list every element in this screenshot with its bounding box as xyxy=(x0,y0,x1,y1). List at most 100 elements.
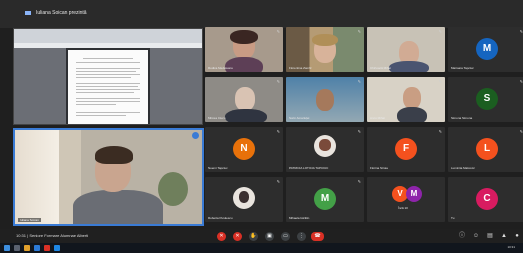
meeting-time: 10:31 xyxy=(16,233,27,238)
plant xyxy=(158,172,188,206)
more-icon: ⋮ xyxy=(299,233,304,239)
taskbar-clock: 10:31 xyxy=(507,245,515,249)
mic-icon: ✎ xyxy=(438,79,442,84)
participant-name: Ancu Mihai xyxy=(370,116,385,120)
document-background-right xyxy=(150,48,202,124)
leave-call-button[interactable]: ☎ xyxy=(311,232,324,241)
mic-off-icon: ✎ xyxy=(357,129,361,134)
participant-tile[interactable]: ✎ Mircea Ciucu xyxy=(205,77,283,122)
mic-off-icon: ✎ xyxy=(276,129,280,134)
participant-avatar: L xyxy=(476,138,498,160)
mic-off-icon: ✎ xyxy=(519,29,523,34)
presenter-name: Iuliana Soican xyxy=(18,218,41,222)
phone-hangup-icon: ☎ xyxy=(314,233,321,239)
more-participants-label: Încă 10 xyxy=(398,206,408,210)
app-icon[interactable] xyxy=(44,245,50,251)
present-button[interactable]: ▣ xyxy=(265,232,274,241)
document-background-left xyxy=(14,48,66,124)
participant-name: Mihaela Istrătin xyxy=(289,216,310,220)
participant-name: Chirtoacă Mihai xyxy=(370,66,391,70)
mic-icon: ✎ xyxy=(438,29,442,34)
participant-name: Florentina Zamfir xyxy=(289,66,312,70)
window-background xyxy=(15,130,65,224)
control-bar: 10:31 | Seniore Formare Alumnae Alberti … xyxy=(0,229,523,243)
shared-screen[interactable] xyxy=(13,28,203,125)
participant-tile[interactable]: ✎ PATRICIA LOTICIA TAPCIUC xyxy=(286,127,364,172)
participant-tile[interactable]: ✎ Ancu Mihai xyxy=(367,77,445,122)
more-options-button[interactable]: ⋮ xyxy=(297,232,306,241)
mic-icon: ✎ xyxy=(276,29,280,34)
presenter-body xyxy=(73,190,163,224)
mic-off-icon: ✎ xyxy=(519,79,523,84)
participant-name: Sorin Amariuței xyxy=(289,116,310,120)
participant-name: Marioara Tapciuc xyxy=(451,66,474,70)
participant-tile[interactable]: M ✎ Marioara Tapciuc xyxy=(448,27,523,72)
start-icon[interactable] xyxy=(4,245,10,251)
mic-off-icon: ✎ xyxy=(438,129,442,134)
participant-name: PATRICIA LOTICIA TAPCIUC xyxy=(289,166,329,170)
os-taskbar: 10:31 xyxy=(0,243,523,253)
presentation-title: Iuliana Soican prezintă xyxy=(36,10,87,16)
word-ribbon xyxy=(14,29,202,43)
participant-avatar: M xyxy=(406,186,422,202)
people-icon[interactable]: ☺ xyxy=(472,232,480,240)
search-icon[interactable] xyxy=(14,245,20,251)
camera-toggle-button[interactable]: ✕ xyxy=(233,232,242,241)
pin-icon[interactable] xyxy=(192,132,199,139)
captions-icon: ▭ xyxy=(283,233,288,239)
meeting-details[interactable]: 10:31 | Seniore Formare Alumnae Alberti xyxy=(16,233,88,238)
self-name: Tu xyxy=(451,216,455,220)
present-icon xyxy=(25,11,31,15)
captions-button[interactable]: ▭ xyxy=(281,232,290,241)
participant-name: Noemi Tapciuc xyxy=(208,166,228,170)
participant-tile[interactable]: ✎ Chirtoacă Mihai xyxy=(367,27,445,72)
participant-avatar: F xyxy=(395,138,417,160)
meeting-title: Seniore Formare Alumnae Alberti xyxy=(29,233,89,238)
participant-name: Roberta Puiulescu xyxy=(208,216,233,220)
presentation-banner: Iuliana Soican prezintă xyxy=(0,0,523,28)
meet-window: Iuliana Soican prezintă Iuliana Soican ✎… xyxy=(0,0,523,253)
lock-icon[interactable]: ● xyxy=(513,232,521,240)
participant-avatar: M xyxy=(476,38,498,60)
participant-tile[interactable]: M ✎ Mihaela Istrătin xyxy=(286,177,364,222)
folder-icon[interactable] xyxy=(24,245,30,251)
participant-tile[interactable]: F ✎ Florina Stroia xyxy=(367,127,445,172)
participant-tile[interactable]: S ✎ Simona Simona xyxy=(448,77,523,122)
participant-avatar: M xyxy=(314,188,336,210)
info-icon[interactable]: ⓘ xyxy=(458,232,466,240)
self-tile[interactable]: C Tu xyxy=(448,177,523,222)
participant-name: Rodica Medeleanu xyxy=(208,66,234,70)
participant-name: Luminita Malcovic xyxy=(451,166,475,170)
mic-off-icon: ✎ xyxy=(519,129,523,134)
participant-tile[interactable]: ✎ Sorin Amariuței xyxy=(286,77,364,122)
participant-tile[interactable]: N ✎ Noemi Tapciuc xyxy=(205,127,283,172)
chat-icon[interactable]: ▤ xyxy=(486,232,494,240)
participant-tile[interactable]: ✎ Florentina Zamfir xyxy=(286,27,364,72)
presenter-tile[interactable]: Iuliana Soican xyxy=(13,128,204,226)
participant-tile[interactable]: ✎ Rodica Medeleanu xyxy=(205,27,283,72)
participant-avatar: S xyxy=(476,88,498,110)
participant-name: Florina Stroia xyxy=(370,166,388,170)
participant-tile[interactable]: ✎ Roberta Puiulescu xyxy=(205,177,283,222)
self-avatar: C xyxy=(476,188,498,210)
participant-name: Mircea Ciucu xyxy=(208,116,226,120)
mic-toggle-button[interactable]: ✕ xyxy=(217,232,226,241)
activities-icon[interactable]: ▲ xyxy=(500,232,508,240)
mic-icon: ✎ xyxy=(357,29,361,34)
more-participants-tile[interactable]: V M Încă 10 xyxy=(367,177,445,222)
document-page xyxy=(68,50,148,124)
mic-icon: ✎ xyxy=(276,79,280,84)
present-icon: ▣ xyxy=(267,233,272,239)
mic-off-icon: ✕ xyxy=(219,233,224,239)
browser-icon[interactable] xyxy=(34,245,40,251)
mic-icon: ✎ xyxy=(357,79,361,84)
participant-tile[interactable]: L ✎ Luminita Malcovic xyxy=(448,127,523,172)
camera-off-icon: ✕ xyxy=(235,233,240,239)
hand-raise-button[interactable]: ✋ xyxy=(249,232,258,241)
mic-off-icon: ✎ xyxy=(276,179,280,184)
participant-avatar: N xyxy=(233,138,255,160)
hand-icon: ✋ xyxy=(250,233,257,239)
mic-off-icon: ✎ xyxy=(357,179,361,184)
participant-name: Simona Simona xyxy=(451,116,473,120)
word-icon[interactable] xyxy=(54,245,60,251)
